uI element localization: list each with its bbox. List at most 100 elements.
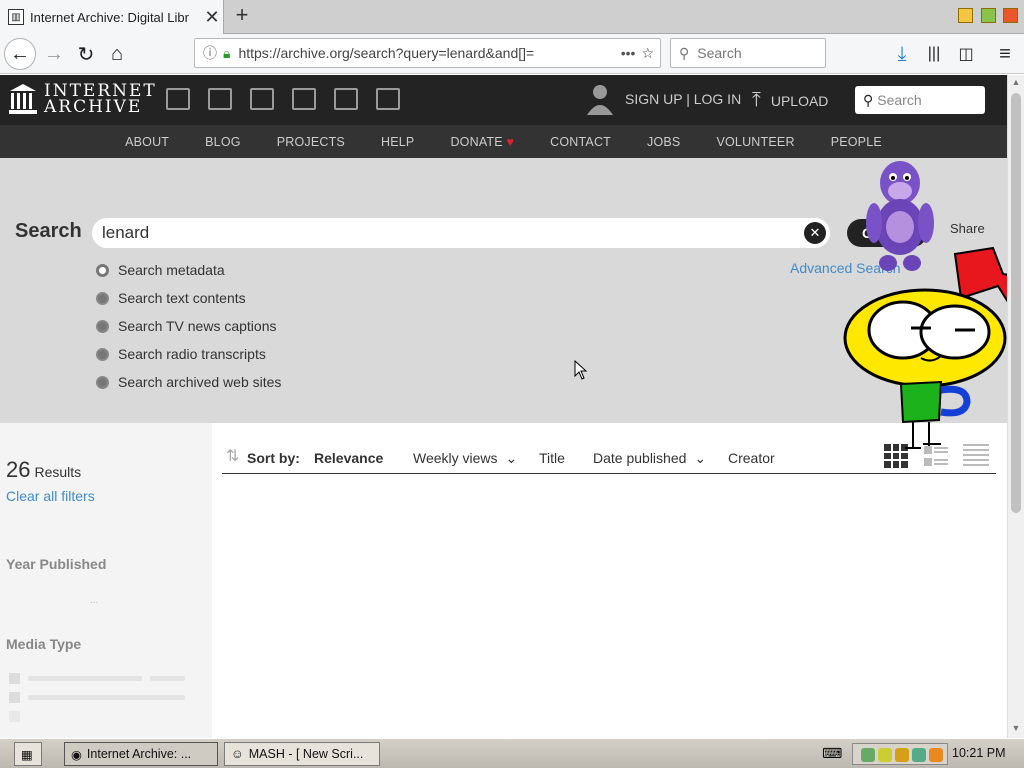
nav-people[interactable]: PEOPLE [831, 135, 882, 149]
minimize-window-button[interactable] [958, 8, 973, 23]
facet-media-heading: Media Type [6, 636, 82, 652]
logo-line-2: ARCHIVE [44, 97, 143, 117]
sort-date-published[interactable]: Date published ⌄ [593, 450, 706, 467]
web-icon[interactable] [166, 88, 190, 110]
info-icon[interactable]: ⓘ [203, 43, 217, 63]
results-count: 26 Results [6, 457, 81, 483]
share-button[interactable]: Share [950, 221, 985, 236]
tray-buddy-icon[interactable] [878, 748, 892, 762]
downloads-button[interactable]: ⤓ [886, 38, 918, 70]
bookmark-star-icon[interactable]: ☆ [641, 45, 654, 62]
sort-creator[interactable]: Creator [728, 450, 775, 466]
close-tab-icon[interactable]: ✕ [201, 7, 223, 28]
browser-search-placeholder: Search [697, 45, 742, 61]
sort-direction-icon[interactable]: ⇅ [226, 446, 239, 466]
user-avatar-icon [587, 85, 613, 115]
sort-title[interactable]: Title [539, 450, 565, 466]
search-option-tv[interactable]: Search TV news captions [96, 318, 277, 334]
yellow-cartoon-character-icon [843, 246, 1023, 449]
search-icon: ⚲ [679, 44, 690, 61]
hamburger-menu-icon: ≡ [999, 42, 1011, 65]
keyboard-icon[interactable]: ⌨ [822, 745, 842, 762]
facet-placeholder-line [28, 676, 142, 681]
images-icon[interactable] [376, 88, 400, 110]
sort-date-label: Date published [593, 450, 687, 466]
tray-agent-icon[interactable] [861, 748, 875, 762]
nav-blog[interactable]: BLOG [205, 135, 241, 149]
url-bar[interactable]: ⓘ 🔒︎ https://archive.org/search?query=le… [194, 38, 661, 68]
browser-search-box[interactable]: ⚲ Search [670, 38, 826, 68]
search-option-text[interactable]: Search text contents [96, 290, 246, 306]
tray-network-icon[interactable] [912, 748, 926, 762]
page-scrollbar[interactable]: ▲ ▼ [1007, 75, 1024, 738]
signup-login-link[interactable]: SIGN UP | LOG IN [625, 91, 741, 107]
mouse-cursor-icon [574, 360, 588, 380]
nav-about[interactable]: ABOUT [125, 135, 169, 149]
clear-search-icon[interactable]: ✕ [804, 222, 826, 244]
url-text[interactable]: https://archive.org/search?query=lenard&… [238, 45, 614, 61]
tray-search-icon[interactable] [929, 748, 943, 762]
page-actions-icon[interactable]: ••• [621, 45, 636, 61]
option-label: Search archived web sites [118, 374, 282, 390]
search-option-metadata[interactable]: Search metadata [96, 262, 225, 278]
scroll-up-arrow-icon[interactable]: ▲ [1010, 77, 1022, 89]
radio-icon [96, 319, 109, 333]
home-button[interactable]: ⌂ [101, 38, 133, 70]
home-icon: ⌂ [110, 42, 124, 65]
firefox-icon: ◉ [71, 747, 82, 762]
software-icon[interactable] [334, 88, 358, 110]
library-button[interactable]: ||| [918, 38, 950, 70]
facet-checkbox[interactable] [9, 711, 20, 722]
start-menu-button[interactable]: ▦ [14, 742, 42, 766]
video-icon[interactable] [250, 88, 274, 110]
radio-icon [96, 291, 109, 305]
upload-link[interactable]: ⤒ UPLOAD [752, 89, 828, 112]
search-query-input[interactable]: lenard [92, 218, 830, 248]
search-label: Search [15, 220, 82, 242]
facet-checkbox[interactable] [9, 673, 20, 684]
nav-jobs[interactable]: JOBS [647, 135, 680, 149]
browser-tab-active[interactable]: ▥ Internet Archive: Digital Libr ✕ [0, 0, 224, 34]
sort-relevance[interactable]: Relevance [314, 450, 383, 466]
search-option-web[interactable]: Search archived web sites [96, 374, 281, 390]
reload-button[interactable]: ↻ [70, 38, 102, 70]
heart-icon: ♥ [506, 134, 515, 149]
task2-label: MASH - [ New Scri... [248, 747, 364, 761]
account-area[interactable]: SIGN UP | LOG IN [586, 83, 741, 115]
clear-filters-link[interactable]: Clear all filters [6, 488, 95, 504]
sort-weekly-views[interactable]: Weekly views ⌄ [413, 450, 517, 467]
radio-selected-icon [96, 263, 109, 277]
nav-volunteer[interactable]: VOLUNTEER [716, 135, 794, 149]
facet-checkbox[interactable] [9, 692, 20, 703]
nav-contact[interactable]: CONTACT [550, 135, 611, 149]
taskbar-clock: 10:21 PM [952, 746, 1006, 760]
texts-icon[interactable] [208, 88, 232, 110]
ia-logo[interactable]: INTERNET ARCHIVE [8, 83, 157, 117]
new-tab-button[interactable]: + [230, 4, 254, 28]
taskbar-item-internet-archive[interactable]: ◉ Internet Archive: ... [64, 742, 218, 766]
ia-search-placeholder: Search [877, 92, 922, 108]
nav-help[interactable]: HELP [381, 135, 414, 149]
nav-donate[interactable]: DONATE ♥ [450, 135, 514, 149]
close-window-button[interactable] [1003, 8, 1018, 23]
facet-year-heading: Year Published [6, 556, 107, 572]
back-button[interactable]: ← [4, 38, 36, 70]
search-option-radio[interactable]: Search radio transcripts [96, 346, 266, 362]
mash-app-icon: ☺ [231, 747, 244, 761]
scroll-down-arrow-icon[interactable]: ▼ [1010, 723, 1022, 735]
forward-button[interactable]: → [38, 38, 70, 70]
nav-projects[interactable]: PROJECTS [277, 135, 345, 149]
sidebar-button[interactable]: ◫ [950, 38, 982, 70]
nav-donate-label: DONATE [450, 134, 503, 149]
audio-icon[interactable] [292, 88, 316, 110]
upload-icon: ⤒ [752, 89, 761, 111]
ia-header-search[interactable]: ⚲ Search [855, 86, 985, 114]
maximize-window-button[interactable] [981, 8, 996, 23]
taskbar-item-mash[interactable]: ☺ MASH - [ New Scri... [224, 742, 380, 766]
option-label: Search radio transcripts [118, 346, 266, 362]
scrollbar-thumb[interactable] [1011, 93, 1021, 513]
sidebar-icon: ◫ [958, 46, 974, 63]
system-tray [852, 743, 948, 765]
menu-button[interactable]: ≡ [989, 38, 1021, 70]
shield-icon[interactable] [895, 748, 909, 762]
